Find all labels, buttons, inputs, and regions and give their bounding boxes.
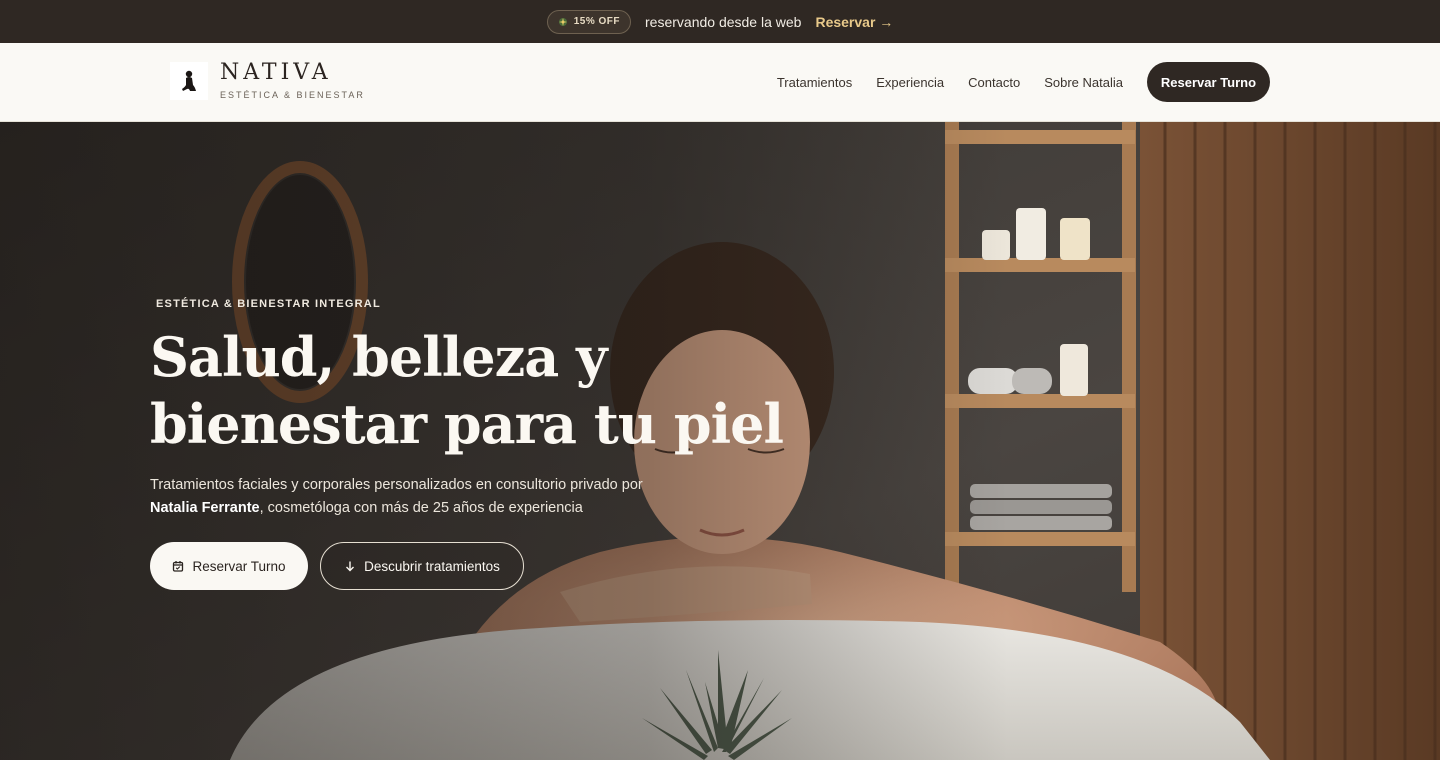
arrow-down-icon xyxy=(346,561,355,572)
calendar-icon xyxy=(173,561,184,572)
hero-description: Tratamientos faciales y corporales perso… xyxy=(150,474,670,520)
hero-section: ESTÉTICA & BIENESTAR INTEGRAL Salud, bel… xyxy=(0,122,1440,760)
discount-badge-label: 15% OFF xyxy=(573,16,621,27)
brand-tagline: ESTÉTICA & BIENESTAR xyxy=(220,90,365,100)
main-navigation: NATIVA ESTÉTICA & BIENESTAR Tratamientos… xyxy=(0,43,1440,122)
discover-treatments-label: Descubrir tratamientos xyxy=(364,558,500,574)
sparkle-icon xyxy=(558,17,567,26)
practitioner-name: Natalia Ferrante xyxy=(150,500,260,516)
hero-description-text: Tratamientos faciales y corporales perso… xyxy=(150,477,643,493)
brand-logo[interactable]: NATIVA ESTÉTICA & BIENESTAR xyxy=(170,62,365,100)
nav-reserve-button[interactable]: Reservar Turno xyxy=(1147,62,1270,102)
hero-headline: Salud, belleza y bienestar para tu piel xyxy=(150,325,784,456)
hero-eyebrow: ESTÉTICA & BIENESTAR INTEGRAL xyxy=(156,298,381,310)
nav-link-experiencia[interactable]: Experiencia xyxy=(876,75,944,90)
promo-text: reservando desde la web xyxy=(645,13,802,30)
hero-description-rest: , cosmetóloga con más de 25 años de expe… xyxy=(259,500,583,516)
hero-reserve-label: Reservar Turno xyxy=(192,558,286,574)
nav-link-sobre-natalia[interactable]: Sobre Natalia xyxy=(1044,75,1123,90)
nav-link-tratamientos[interactable]: Tratamientos xyxy=(777,75,852,90)
hero-reserve-button[interactable]: Reservar Turno xyxy=(150,542,308,590)
nav-link-contacto[interactable]: Contacto xyxy=(968,75,1020,90)
brand-name: NATIVA xyxy=(220,60,332,85)
logo-figure-icon xyxy=(170,62,208,100)
promo-reserve-link[interactable]: Reservar → xyxy=(815,14,893,30)
discover-treatments-button[interactable]: Descubrir tratamientos xyxy=(320,542,524,590)
nav-links: Tratamientos Experiencia Contacto Sobre … xyxy=(777,43,1123,121)
discount-badge: 15% OFF xyxy=(546,9,632,34)
promo-bar: 15% OFF reservando desde la web Reservar… xyxy=(0,0,1440,43)
